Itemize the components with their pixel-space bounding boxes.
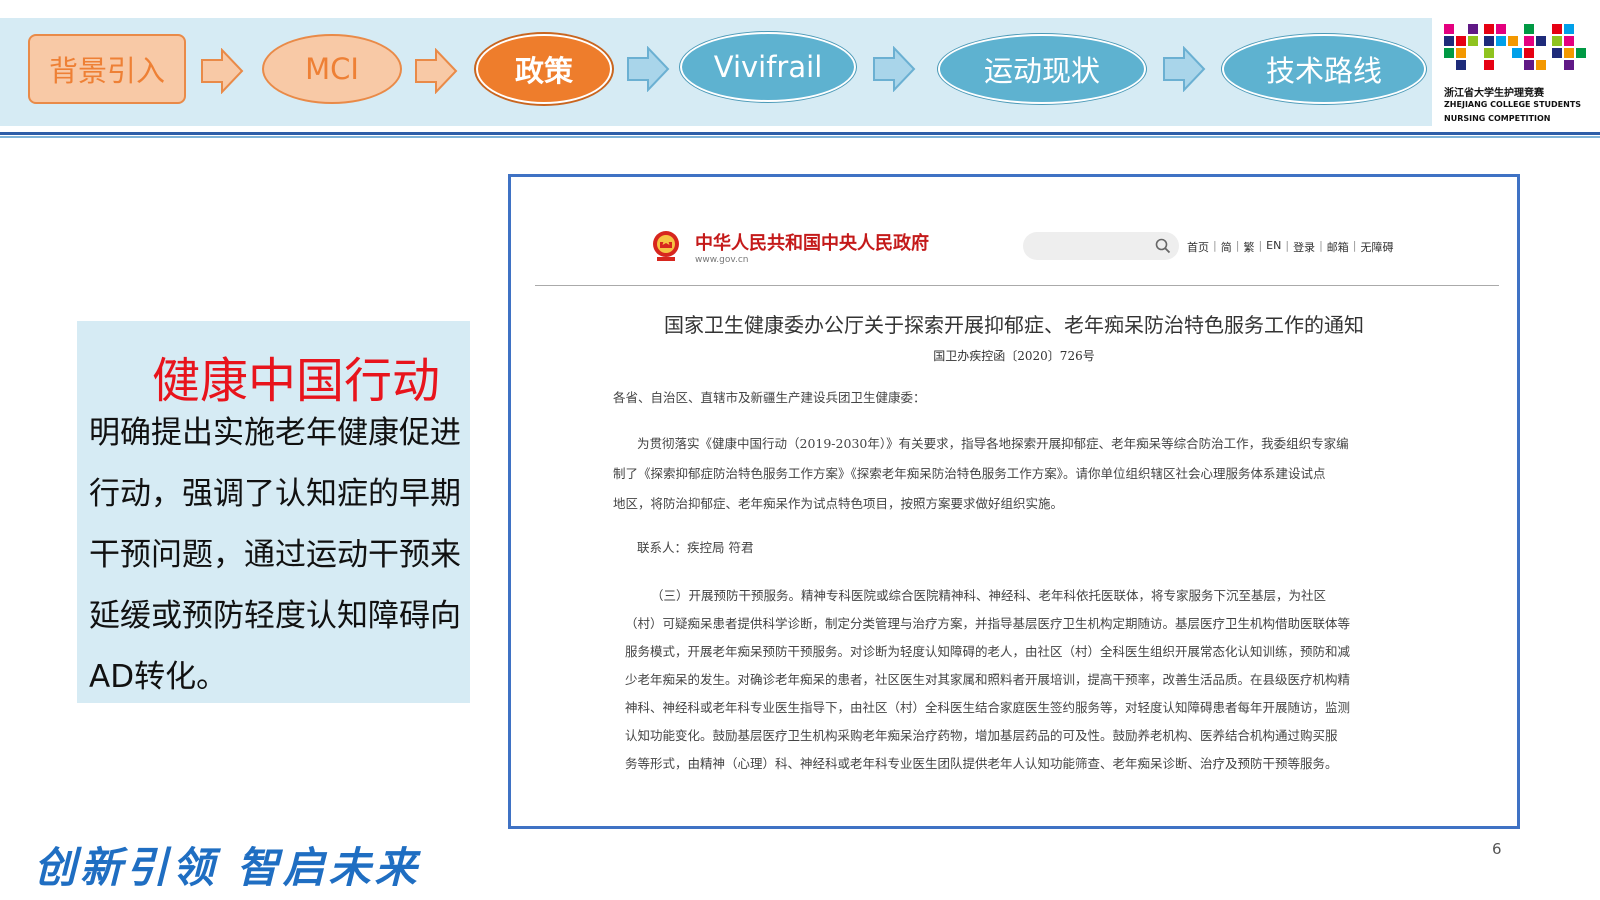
card-body: 明确提出实施老年健康促进行动，强调了认知症的早期干预问题，通过运动干预来延缓或预… [89, 415, 461, 695]
document-title: 国家卫生健康委办公厅关于探索开展抑郁症、老年痴呆防治特色服务工作的通知 [664, 313, 1364, 337]
link-separator: | [1285, 239, 1290, 252]
arrow-right-icon [627, 46, 670, 92]
nav-step-vivifrail[interactable]: Vivifrail [680, 32, 856, 102]
document-salutation: 各省、自治区、直辖市及新疆生产建设兵团卫生健康委： [613, 390, 926, 405]
arrow-right-icon [415, 48, 458, 94]
nav-step-background[interactable]: 背景引入 [28, 34, 186, 104]
document-paragraph-line: （三）开展预防干预服务。精神专科医院或综合医院精神科、神经科、老年科依托医联体，… [651, 588, 1327, 603]
header-divider-accent [0, 136, 1600, 138]
site-name: 中华人民共和国中央人民政府 [695, 233, 929, 254]
link-accessibility[interactable]: 无障碍 [1361, 239, 1394, 255]
search-icon[interactable] [1155, 238, 1171, 254]
link-separator: | [1258, 239, 1263, 252]
link-separator: | [1319, 239, 1323, 252]
site-header-divider [535, 285, 1499, 286]
nav-step-label: 技术路线 [1265, 54, 1382, 88]
document-paragraph-line: 务等形式，由精神（心理）科、神经科或老年科专业医生团队提供老年人认知功能筛查、老… [625, 756, 1338, 771]
logo-caption-en-1: ZHEJIANG COLLEGE STUDENTS [1444, 100, 1582, 109]
document-paragraph-line: 制了《探索抑郁症防治特色服务工作方案》《探索老年痴呆防治特色服务工作方案》。请你… [613, 466, 1326, 481]
nav-step-policy[interactable]: 政策 [476, 34, 612, 104]
nav-step-label: 运动现状 [983, 54, 1100, 88]
nav-step-exercise-status[interactable]: 运动现状 [938, 34, 1146, 104]
logo-caption-cn: 浙江省大学生护理竞赛 [1444, 88, 1544, 99]
arrow-right-icon [201, 48, 244, 94]
document-paragraph-line: 认知功能变化。鼓励基层医疗卫生机构采购老年痴呆治疗药物，增加基层药品的可及性。鼓… [625, 728, 1338, 743]
nav-step-label: 政策 [514, 54, 573, 88]
nav-step-mci[interactable]: MCI [262, 34, 402, 104]
nav-step-tech-route[interactable]: 技术路线 [1222, 34, 1426, 104]
arrow-right-icon [1163, 46, 1206, 92]
nav-step-label: MCI [305, 52, 359, 86]
card-title: 健康中国行动 [152, 353, 441, 409]
link-separator: | [1213, 239, 1217, 252]
document-paragraph-line: 为贯彻落实《健康中国行动（2019-2030年）》有关要求，指导各地探索开展抑郁… [637, 436, 1349, 451]
document-paragraph-line: 地区，将防治抑郁症、老年痴呆作为试点特色项目，按照方案要求做好组织实施。 [613, 496, 1064, 511]
link-traditional[interactable]: 繁 [1243, 239, 1254, 255]
document-number: 国卫办疾控函〔2020〕726号 [933, 349, 1095, 363]
document-paragraph-line: （村）可疑痴呆患者提供科学诊断，制定分类管理与治疗方案，并指导基层医疗卫生机构定… [625, 616, 1351, 631]
link-separator: | [1235, 239, 1240, 252]
link-english[interactable]: EN [1266, 239, 1281, 255]
national-emblem-icon [653, 231, 679, 261]
slogan: 创新引领 智启未来 [34, 843, 421, 892]
logo-caption-en-2: NURSING COMPETITION [1444, 114, 1551, 123]
site-top-links: 首页 | 简 | 繁 | EN | 登录 | 邮箱 | 无障碍 [1187, 239, 1394, 255]
link-home[interactable]: 首页 [1187, 239, 1209, 255]
document-paragraph-line: 少老年痴呆的发生。对确诊老年痴呆的患者，社区医生对其家属和照料者开展培训，提高干… [625, 672, 1351, 687]
policy-summary-card: 健康中国行动 明确提出实施老年健康促进行动，强调了认知症的早期干预问题，通过运动… [77, 321, 470, 703]
policy-document-screenshot: 中华人民共和国中央人民政府 www.gov.cn 首页 | 简 | 繁 | EN | 登… [508, 174, 1520, 829]
site-search-input[interactable] [1023, 232, 1179, 260]
page-number: 6 [1492, 840, 1502, 858]
link-mail[interactable]: 邮箱 [1327, 239, 1349, 255]
document-paragraph-line: 神科、神经科或老年科专业医生指导下，由社区（村）全科医生结合家庭医生签约服务等，… [625, 700, 1351, 715]
document-contact: 联系人：疾控局 符君 [637, 540, 754, 555]
link-simplified[interactable]: 简 [1221, 239, 1232, 255]
site-url: www.gov.cn [695, 255, 749, 265]
header-divider [0, 132, 1600, 135]
document-paragraph-line: 服务模式，开展老年痴呆预防干预服务。对诊断为轻度认知障碍的老人，由社区（村）全科… [625, 644, 1351, 659]
arrow-right-icon [873, 46, 916, 92]
nav-step-label: 背景引入 [48, 54, 165, 88]
nav-step-label: Vivifrail [713, 50, 823, 84]
link-login[interactable]: 登录 [1293, 239, 1315, 255]
link-separator: | [1352, 239, 1357, 252]
